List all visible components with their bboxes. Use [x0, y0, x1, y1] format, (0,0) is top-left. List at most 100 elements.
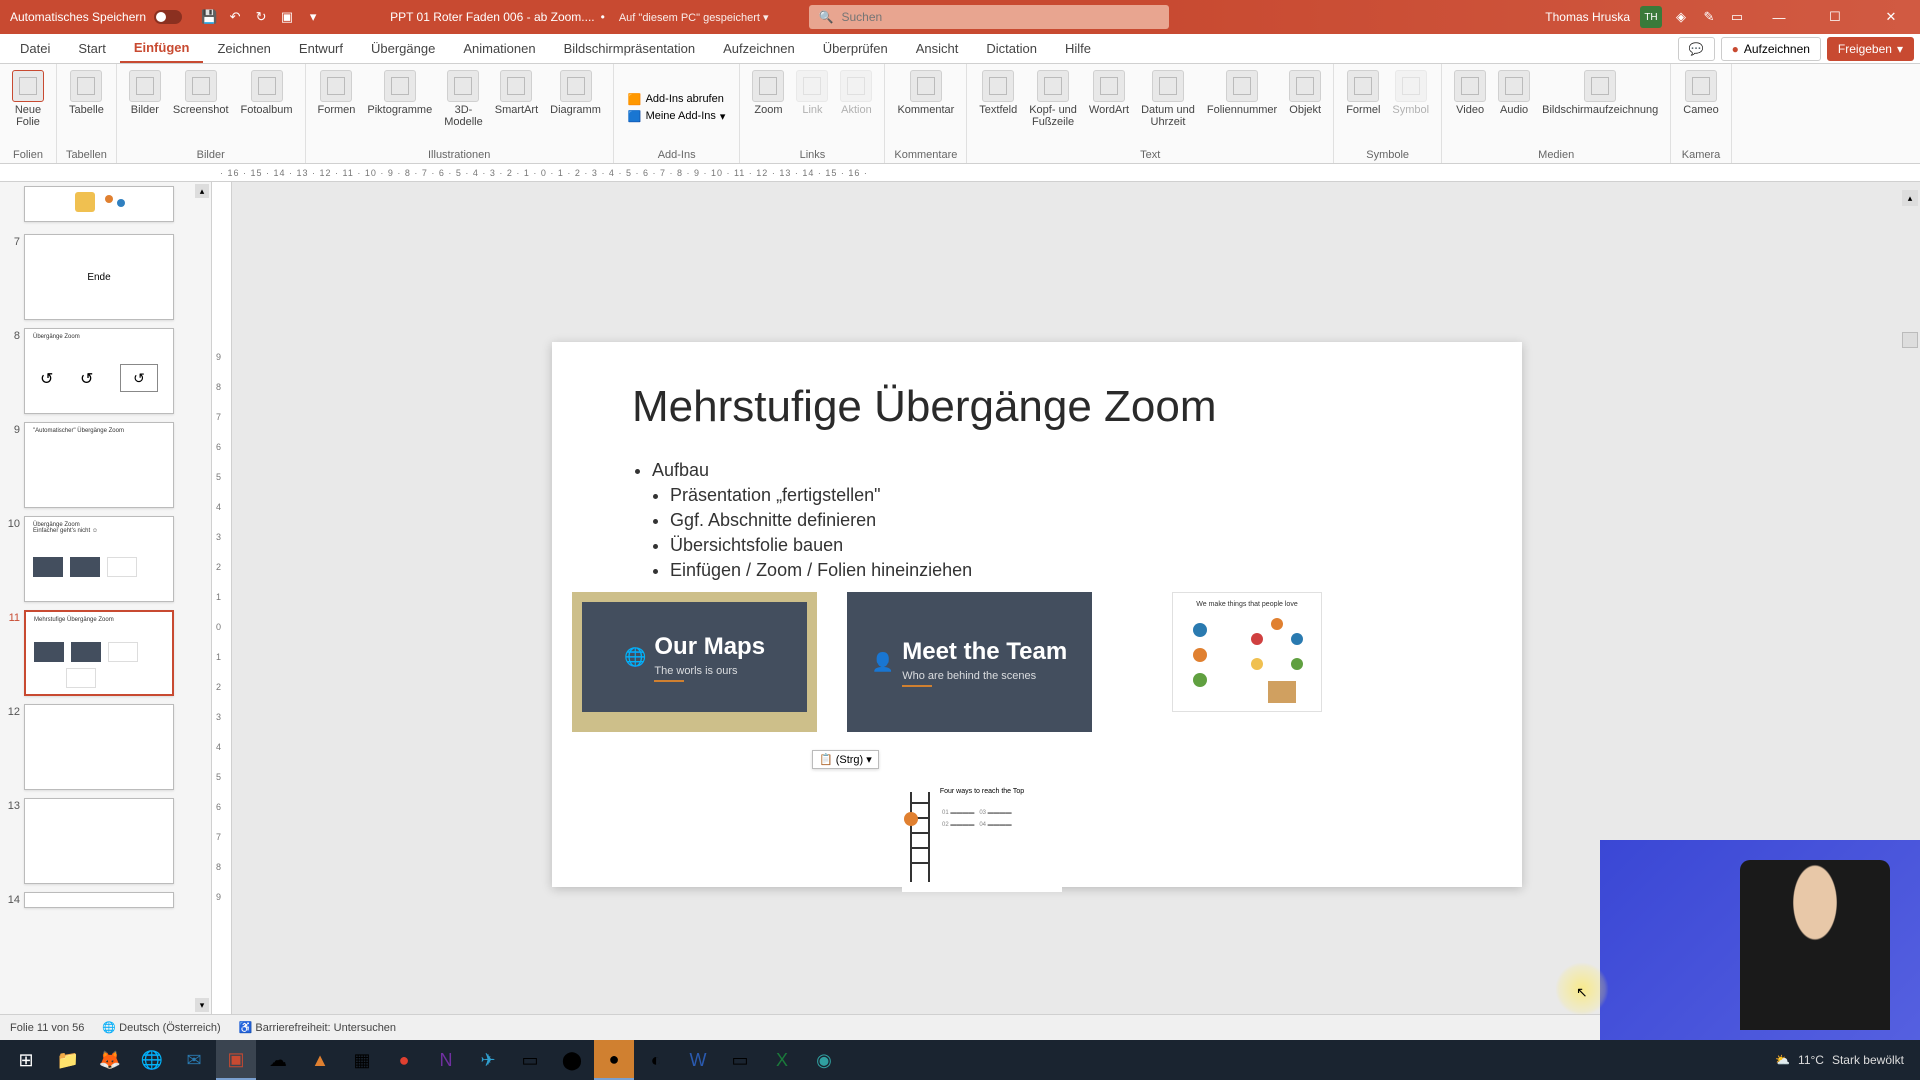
scroll-down-icon[interactable]: ▾: [195, 998, 209, 1012]
tab-start[interactable]: Start: [64, 34, 119, 63]
tab-ansicht[interactable]: Ansicht: [902, 34, 973, 63]
card-our-maps[interactable]: 🌐 Our Maps The worls is ours: [572, 592, 817, 732]
tab-entwurf[interactable]: Entwurf: [285, 34, 357, 63]
edge-icon[interactable]: ◉: [804, 1040, 844, 1080]
record-button[interactable]: ●Aufzeichnen: [1721, 37, 1821, 61]
file-explorer-icon[interactable]: 📁: [48, 1040, 88, 1080]
card-things[interactable]: We make things that people love: [1172, 592, 1322, 712]
app-icon[interactable]: ●: [384, 1040, 424, 1080]
minimize-button[interactable]: —: [1756, 0, 1802, 34]
tab-ueberpruefen[interactable]: Überprüfen: [809, 34, 902, 63]
card-ladder[interactable]: Four ways to reach the Top 01 ▬▬▬▬ 03 ▬▬…: [902, 782, 1062, 892]
datetime-button[interactable]: Datum und Uhrzeit: [1137, 68, 1199, 147]
tab-bildschirmpraesentation[interactable]: Bildschirmpräsentation: [550, 34, 710, 63]
paste-options-tag[interactable]: 📋 (Strg) ▾: [812, 750, 879, 769]
share-button[interactable]: Freigeben ▾: [1827, 37, 1914, 61]
redo-icon[interactable]: ↻: [252, 8, 270, 26]
object-button[interactable]: Objekt: [1285, 68, 1325, 147]
pictures-button[interactable]: Bilder: [125, 68, 165, 147]
scroll-up-icon[interactable]: ▴: [195, 184, 209, 198]
slide-thumbnail-6-partial[interactable]: [24, 186, 174, 222]
quick-access-more-icon[interactable]: ▾: [304, 8, 322, 26]
accessibility-check[interactable]: ♿ Barrierefreiheit: Untersuchen: [239, 1021, 396, 1034]
3d-models-button[interactable]: 3D- Modelle: [440, 68, 487, 147]
audio-button[interactable]: Audio: [1494, 68, 1534, 147]
app-icon[interactable]: ◐: [636, 1040, 676, 1080]
shapes-button[interactable]: Formen: [314, 68, 360, 147]
current-slide[interactable]: Mehrstufige Übergänge Zoom Aufbau Präsen…: [552, 342, 1522, 887]
get-addins-button[interactable]: 🟧 Add-Ins abrufen: [622, 91, 732, 108]
toggle-switch[interactable]: [154, 10, 182, 24]
my-addins-button[interactable]: 🟦 Meine Add-Ins ▾: [622, 108, 732, 125]
save-icon[interactable]: 💾: [200, 8, 218, 26]
weather-text[interactable]: Stark bewölkt: [1832, 1053, 1904, 1067]
recording-icon[interactable]: ●: [594, 1040, 634, 1080]
tab-datei[interactable]: Datei: [6, 34, 64, 63]
user-avatar[interactable]: TH: [1640, 6, 1662, 28]
slide-thumbnail-14-partial[interactable]: [24, 892, 174, 908]
document-title[interactable]: PPT 01 Roter Faden 006 - ab Zoom....: [390, 10, 595, 24]
tab-einfuegen[interactable]: Einfügen: [120, 34, 204, 63]
tab-animationen[interactable]: Animationen: [449, 34, 549, 63]
formula-button[interactable]: Formel: [1342, 68, 1384, 147]
app-icon[interactable]: ▭: [720, 1040, 760, 1080]
comment-button[interactable]: Kommentar: [893, 68, 958, 147]
new-slide-button[interactable]: Neue Folie: [8, 68, 48, 147]
slide-title[interactable]: Mehrstufige Übergänge Zoom: [632, 382, 1217, 432]
diamond-icon[interactable]: ◈: [1672, 8, 1690, 26]
tab-dictation[interactable]: Dictation: [972, 34, 1051, 63]
scroll-up-icon[interactable]: ▴: [1902, 190, 1918, 206]
cameo-button[interactable]: Cameo: [1679, 68, 1722, 147]
obs-icon[interactable]: ⬤: [552, 1040, 592, 1080]
telegram-icon[interactable]: ✈: [468, 1040, 508, 1080]
table-button[interactable]: Tabelle: [65, 68, 108, 147]
vertical-ruler[interactable]: 987 654 321 012 345 678 9: [212, 182, 232, 1014]
slide-thumbnail-7[interactable]: Ende: [24, 234, 174, 320]
undo-icon[interactable]: ↶: [226, 8, 244, 26]
tab-zeichnen[interactable]: Zeichnen: [203, 34, 284, 63]
textbox-button[interactable]: Textfeld: [975, 68, 1021, 147]
pen-icon[interactable]: ✎: [1700, 8, 1718, 26]
user-name[interactable]: Thomas Hruska: [1545, 10, 1630, 24]
slide-thumbnail-13[interactable]: [24, 798, 174, 884]
icons-button[interactable]: Piktogramme: [363, 68, 436, 147]
excel-icon[interactable]: X: [762, 1040, 802, 1080]
video-button[interactable]: Video: [1450, 68, 1490, 147]
chrome-icon[interactable]: 🌐: [132, 1040, 172, 1080]
slide-thumbnail-panel[interactable]: ▴ 7Ende 8Übergänge Zoom ↺ ↺ ↺ 9"Automati…: [0, 182, 212, 1014]
app-icon[interactable]: ▭: [510, 1040, 550, 1080]
outlook-icon[interactable]: ✉: [174, 1040, 214, 1080]
vlc-icon[interactable]: ▲: [300, 1040, 340, 1080]
close-button[interactable]: ✕: [1868, 0, 1914, 34]
powerpoint-icon[interactable]: ▣: [216, 1040, 256, 1080]
window-mode-icon[interactable]: ▭: [1728, 8, 1746, 26]
wordart-button[interactable]: WordArt: [1085, 68, 1133, 147]
screenrecording-button[interactable]: Bildschirmaufzeichnung: [1538, 68, 1662, 147]
smartart-button[interactable]: SmartArt: [491, 68, 542, 147]
app-icon[interactable]: ▦: [342, 1040, 382, 1080]
search-box[interactable]: 🔍: [809, 5, 1169, 29]
present-from-start-icon[interactable]: ▣: [278, 8, 296, 26]
slide-thumbnail-8[interactable]: Übergänge Zoom ↺ ↺ ↺: [24, 328, 174, 414]
slide-content[interactable]: Aufbau Präsentation „fertigstellen" Ggf.…: [632, 460, 972, 585]
autosave-toggle[interactable]: Automatisches Speichern: [0, 10, 192, 24]
slide-counter[interactable]: Folie 11 von 56: [10, 1022, 84, 1034]
zoom-button[interactable]: Zoom: [748, 68, 788, 147]
link-button[interactable]: Link: [792, 68, 832, 147]
onenote-icon[interactable]: N: [426, 1040, 466, 1080]
weather-icon[interactable]: ⛅: [1775, 1053, 1790, 1067]
tab-hilfe[interactable]: Hilfe: [1051, 34, 1105, 63]
save-status[interactable]: Auf "diesem PC" gespeichert ▾: [619, 11, 769, 24]
action-button[interactable]: Aktion: [836, 68, 876, 147]
firefox-icon[interactable]: 🦊: [90, 1040, 130, 1080]
slide-thumbnail-12[interactable]: [24, 704, 174, 790]
search-input[interactable]: [841, 10, 1158, 24]
app-icon[interactable]: ☁: [258, 1040, 298, 1080]
maximize-button[interactable]: ☐: [1812, 0, 1858, 34]
horizontal-ruler[interactable]: · 16 · 15 · 14 · 13 · 12 · 11 · 10 · 9 ·…: [0, 164, 1920, 182]
tab-uebergaenge[interactable]: Übergänge: [357, 34, 449, 63]
tab-aufzeichnen[interactable]: Aufzeichnen: [709, 34, 809, 63]
weather-temp[interactable]: 11°C: [1798, 1053, 1824, 1067]
slidenumber-button[interactable]: Foliennummer: [1203, 68, 1281, 147]
chart-button[interactable]: Diagramm: [546, 68, 605, 147]
